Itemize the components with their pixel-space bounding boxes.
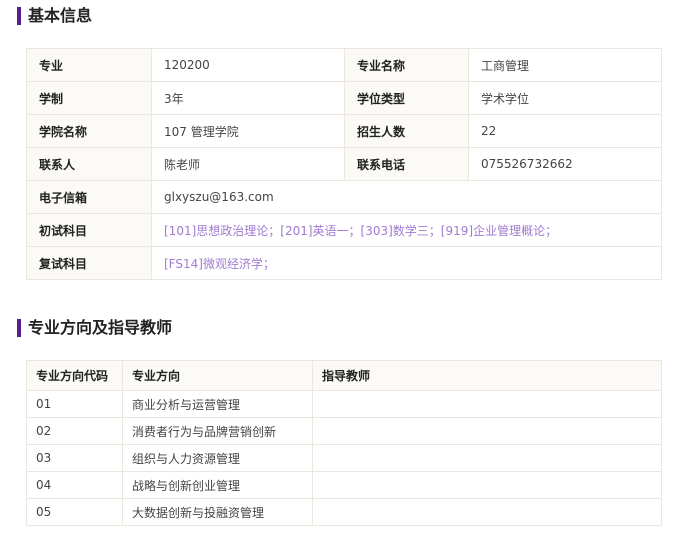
table-row: 复试科目 [FS14]微观经济学；: [26, 246, 662, 280]
header-advisor: 指导教师: [312, 360, 662, 391]
basic-info-table: 专业 120200 专业名称 工商管理 学制 3年 学位类型 学术学位 学院名称…: [26, 48, 662, 280]
table-row: 学院名称 107 管理学院 招生人数 22: [26, 114, 662, 148]
direction-name: 商业分析与运营管理: [122, 390, 313, 418]
label-major-code: 专业: [26, 48, 152, 82]
label-email: 电子信箱: [26, 180, 152, 214]
value-duration: 3年: [151, 81, 345, 115]
direction-name: 组织与人力资源管理: [122, 444, 313, 472]
table-row: 03 组织与人力资源管理: [26, 444, 662, 472]
direction-advisor: [312, 471, 662, 499]
section-title-basic-info: 基本信息: [17, 6, 92, 26]
direction-advisor: [312, 444, 662, 472]
value-enrollment: 22: [468, 114, 662, 148]
table-row: 联系人 陈老师 联系电话 075526732662: [26, 147, 662, 181]
direction-advisor: [312, 498, 662, 526]
label-initial-subjects: 初试科目: [26, 213, 152, 247]
value-college: 107 管理学院: [151, 114, 345, 148]
direction-advisor: [312, 390, 662, 418]
header-direction-code: 专业方向代码: [26, 360, 123, 391]
table-row: 电子信箱 glxyszu@163.com: [26, 180, 662, 214]
value-contact: 陈老师: [151, 147, 345, 181]
value-major-code: 120200: [151, 48, 345, 82]
retest-subjects-link[interactable]: [FS14]微观经济学；: [151, 246, 662, 280]
table-row: 02 消费者行为与品牌营销创新: [26, 417, 662, 445]
section-title-directions: 专业方向及指导教师: [17, 318, 172, 338]
direction-code: 05: [26, 498, 123, 526]
directions-table: 专业方向代码 专业方向 指导教师 01 商业分析与运营管理 02 消费者行为与品…: [26, 360, 662, 526]
page: 基本信息 专业 120200 专业名称 工商管理 学制 3年 学位类型 学术学位…: [0, 0, 673, 539]
direction-name: 战略与创新创业管理: [122, 471, 313, 499]
table-row: 05 大数据创新与投融资管理: [26, 498, 662, 526]
label-retest-subjects: 复试科目: [26, 246, 152, 280]
label-enrollment: 招生人数: [344, 114, 469, 148]
direction-code: 03: [26, 444, 123, 472]
accent-bar: [17, 319, 21, 337]
value-major-name: 工商管理: [468, 48, 662, 82]
label-duration: 学制: [26, 81, 152, 115]
direction-name: 大数据创新与投融资管理: [122, 498, 313, 526]
section-title-text: 基本信息: [28, 6, 93, 25]
section-title-text: 专业方向及指导教师: [28, 318, 173, 337]
direction-code: 02: [26, 417, 123, 445]
value-email: glxyszu@163.com: [151, 180, 662, 214]
initial-subjects-link[interactable]: [101]思想政治理论；[201]英语一；[303]数学三；[919]企业管理概…: [151, 213, 662, 247]
table-row: 专业 120200 专业名称 工商管理: [26, 48, 662, 82]
table-row: 学制 3年 学位类型 学术学位: [26, 81, 662, 115]
label-degree-type: 学位类型: [344, 81, 469, 115]
accent-bar: [17, 7, 21, 25]
value-phone: 075526732662: [468, 147, 662, 181]
label-contact: 联系人: [26, 147, 152, 181]
label-phone: 联系电话: [344, 147, 469, 181]
direction-code: 04: [26, 471, 123, 499]
header-direction: 专业方向: [122, 360, 313, 391]
table-row: 01 商业分析与运营管理: [26, 390, 662, 418]
direction-name: 消费者行为与品牌营销创新: [122, 417, 313, 445]
direction-advisor: [312, 417, 662, 445]
table-header-row: 专业方向代码 专业方向 指导教师: [26, 360, 662, 391]
value-degree-type: 学术学位: [468, 81, 662, 115]
table-row: 04 战略与创新创业管理: [26, 471, 662, 499]
table-row: 初试科目 [101]思想政治理论；[201]英语一；[303]数学三；[919]…: [26, 213, 662, 247]
label-major-name: 专业名称: [344, 48, 469, 82]
direction-code: 01: [26, 390, 123, 418]
label-college: 学院名称: [26, 114, 152, 148]
